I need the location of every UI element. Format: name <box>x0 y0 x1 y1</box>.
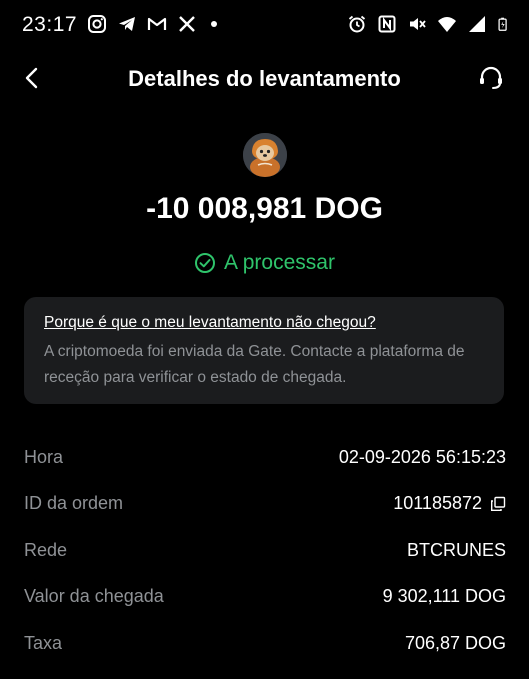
detail-row-fee: Taxa 706,87 DOG <box>24 620 506 667</box>
page-title: Detalhes do levantamento <box>128 66 401 91</box>
detail-row-time: Hora 02-09-2026 56:15:23 <box>24 434 506 481</box>
detail-label: Hora <box>24 446 64 467</box>
wifi-icon <box>438 17 456 32</box>
detail-value: 02-09-2026 56:15:23 <box>339 447 506 468</box>
system-icons <box>347 14 511 34</box>
copy-icon[interactable] <box>490 496 506 512</box>
gmail-icon <box>147 17 167 30</box>
help-link[interactable]: Porque é que o meu levantamento não cheg… <box>44 314 376 332</box>
dog-coin-avatar <box>243 133 287 177</box>
signal-icon <box>469 16 485 32</box>
notification-icons <box>87 14 217 34</box>
status-time: 23:17 <box>22 13 78 36</box>
network-value: BTCRUNES <box>406 539 506 560</box>
screen: 23:17 Detalhes do levantamento -10 008,9… <box>0 0 529 679</box>
info-card: Porque é que o meu levantamento não cheg… <box>24 297 504 404</box>
arrival-amount-value: 9 302,111 DOG <box>382 586 506 607</box>
alarm-icon <box>348 15 366 33</box>
order-id-value: 101185872 <box>393 493 482 514</box>
x-icon <box>179 16 195 32</box>
telegram-icon <box>119 17 135 31</box>
coin-avatar <box>243 133 287 177</box>
headset-icon[interactable] <box>477 64 505 92</box>
time-value: 02-09-2026 56:15:23 <box>338 446 506 467</box>
detail-value: BTCRUNES <box>407 540 506 561</box>
detail-value: 101185872 <box>393 493 506 514</box>
header: Detalhes do levantamento <box>0 58 529 98</box>
detail-label: ID da ordem <box>24 493 124 514</box>
status-bar: 23:17 <box>0 0 529 50</box>
detail-label: Valor da chegada <box>24 586 164 607</box>
withdrawal-amount: -10 008,981 DOG <box>146 192 383 225</box>
detail-value: 9 302,111 DOG <box>383 586 506 607</box>
info-text: A criptomoeda foi enviada da Gate. Conta… <box>44 343 465 386</box>
details-list: Hora 02-09-2026 56:15:23 ID da ordem 101… <box>24 434 506 667</box>
instagram-icon <box>88 15 106 33</box>
mute-icon <box>410 18 426 30</box>
status-text: A processar <box>224 251 335 274</box>
fee-value: 706,87 DOG <box>404 632 506 653</box>
check-circle-icon <box>195 253 216 273</box>
battery-icon <box>498 17 507 31</box>
detail-row-arrival-amount: Valor da chegada 9 302,111 DOG <box>24 574 506 621</box>
detail-row-order-id: ID da ordem 101185872 <box>24 481 506 528</box>
nfc-icon <box>378 15 396 33</box>
status-badge: A processar <box>0 251 529 275</box>
dot-icon <box>211 21 217 27</box>
detail-label: Rede <box>24 539 68 560</box>
detail-label: Taxa <box>24 632 63 653</box>
detail-row-network: Rede BTCRUNES <box>24 527 506 574</box>
detail-value: 706,87 DOG <box>405 633 506 654</box>
